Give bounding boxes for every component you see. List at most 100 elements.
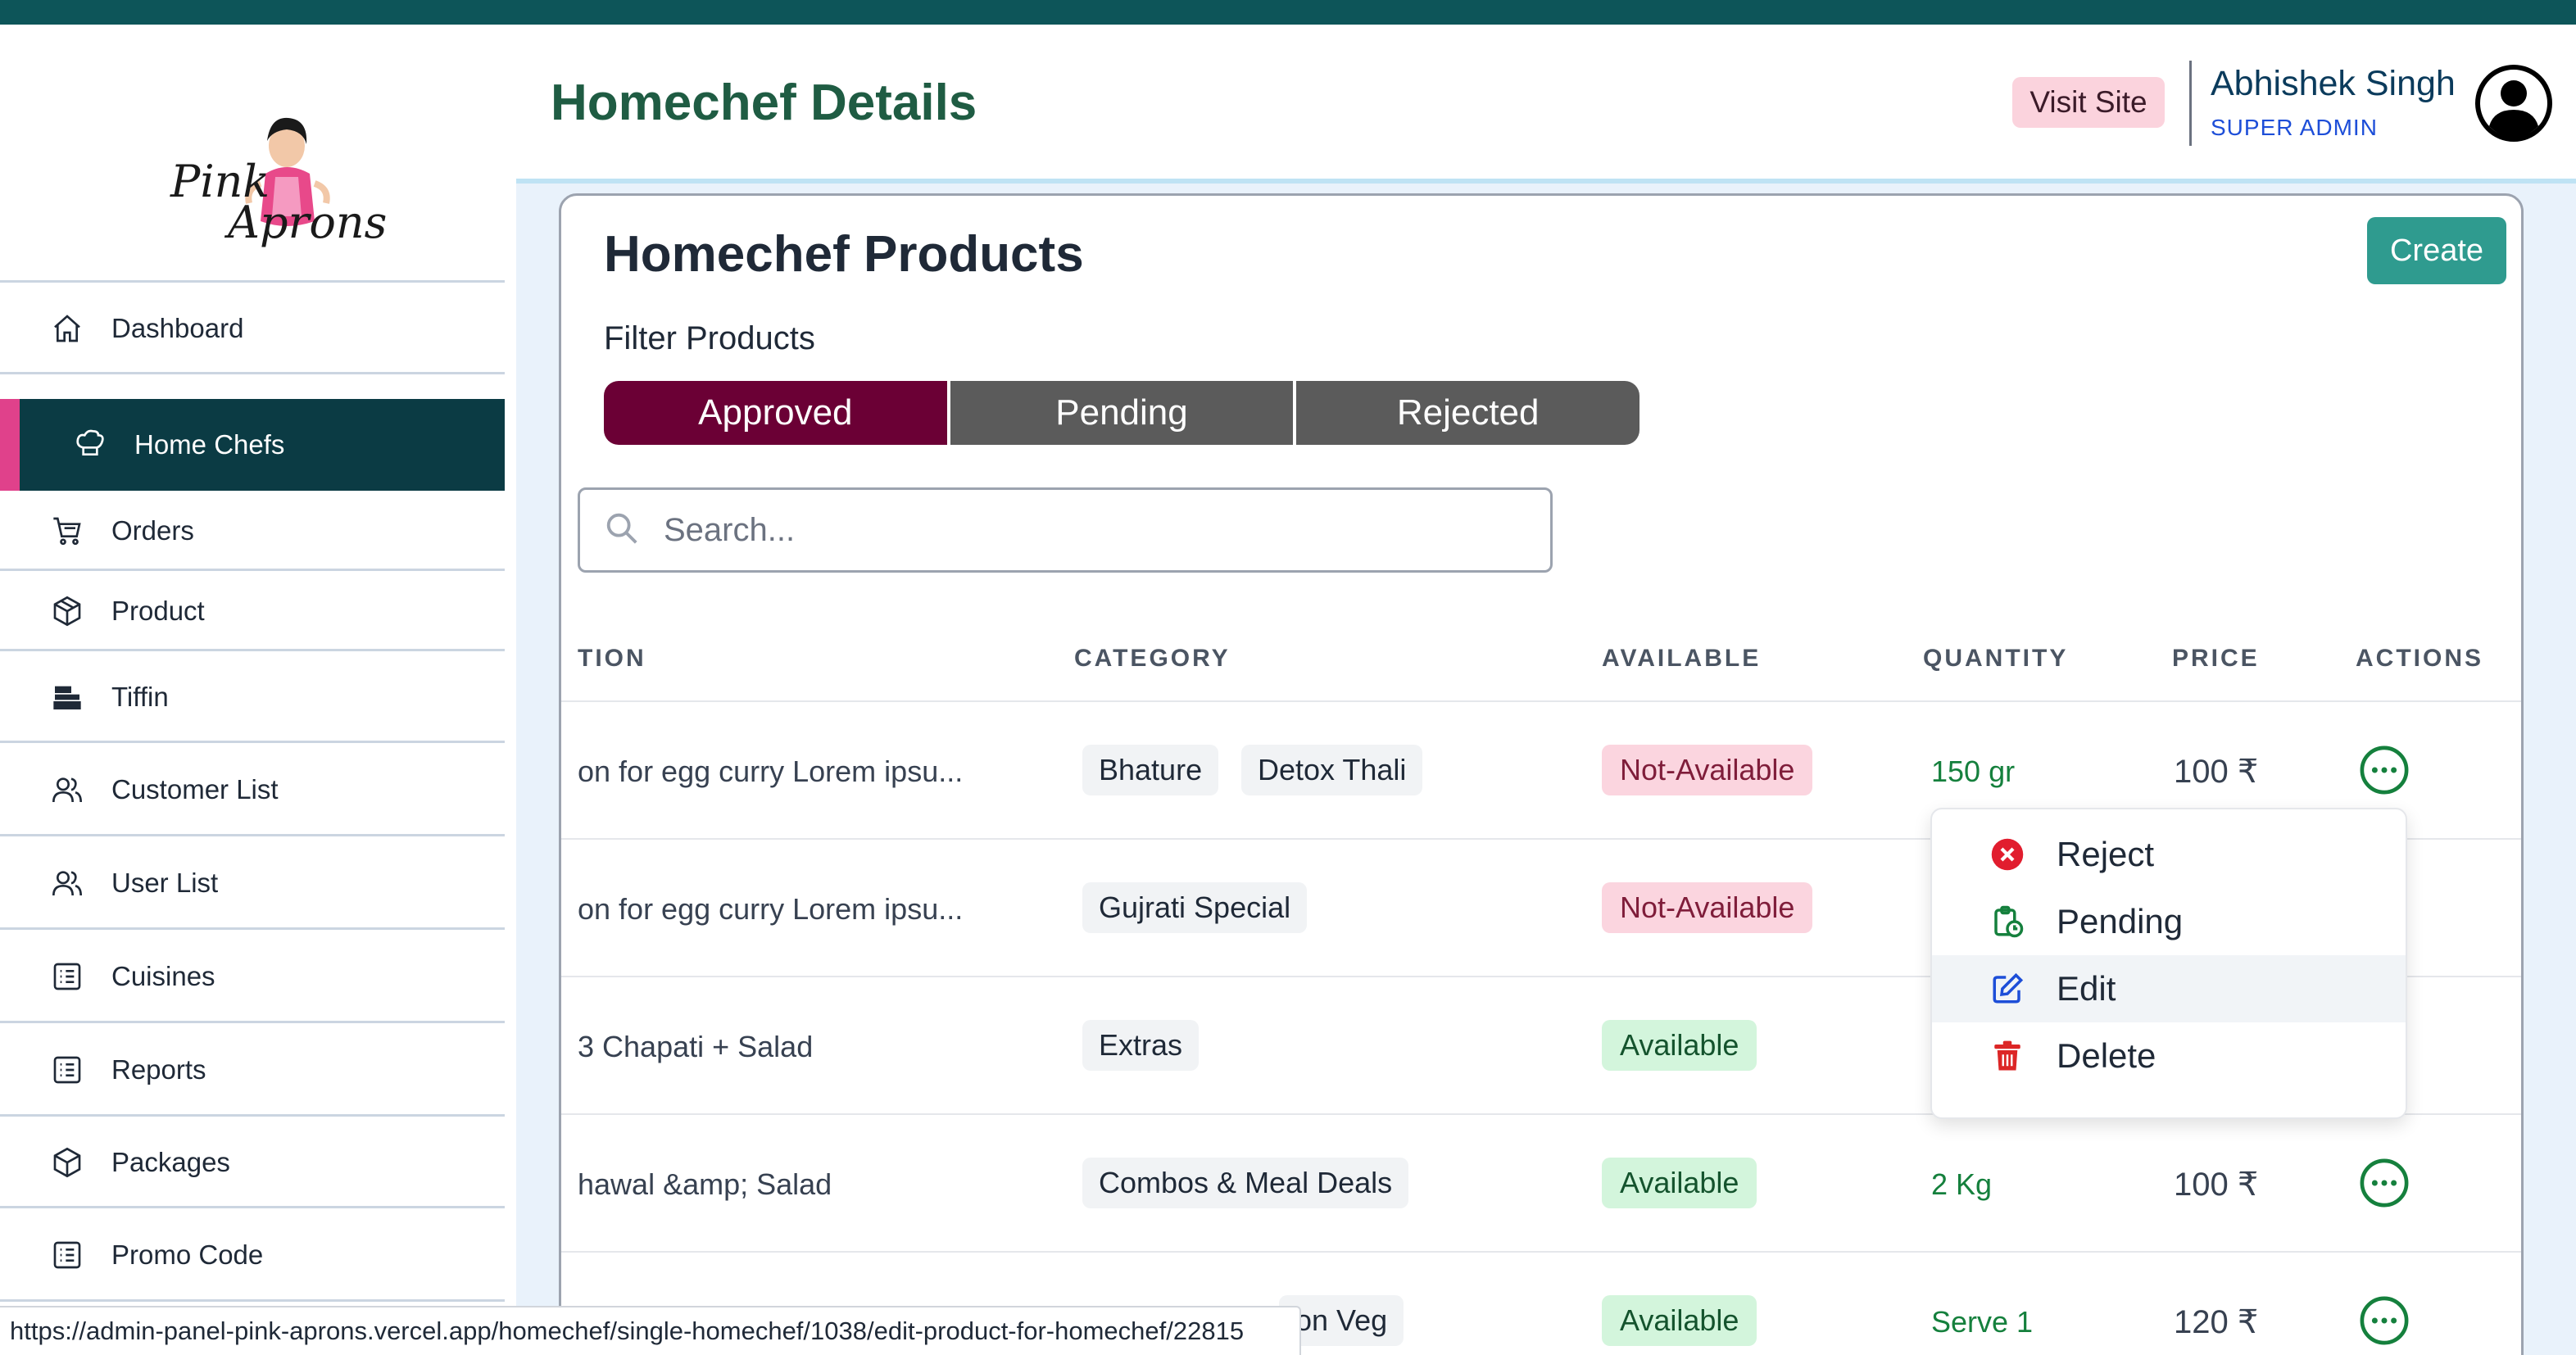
search-input[interactable] <box>664 511 1483 549</box>
home-icon <box>49 310 85 347</box>
browser-status-url: https://admin-panel-pink-aprons.vercel.a… <box>0 1306 1301 1355</box>
menu-item-edit[interactable]: Edit <box>1932 955 2406 1022</box>
row-1-actions-button[interactable] <box>2359 745 2410 795</box>
sidebar-item-promo-code[interactable]: Promo Code <box>0 1208 505 1302</box>
filter-pending[interactable]: Pending <box>950 381 1297 445</box>
col-header-actions: ACTIONS <box>2356 645 2483 672</box>
menu-item-reject[interactable]: Reject <box>1932 821 2406 888</box>
row-5-actions-button[interactable] <box>2359 1295 2410 1346</box>
sidebar-item-label: Reports <box>111 1054 206 1085</box>
search-icon <box>603 510 644 551</box>
top-header: Homechef Details Visit Site Abhishek Sin… <box>516 25 2576 180</box>
sidebar-item-cuisines[interactable]: Cuisines <box>0 930 505 1023</box>
menu-item-label: Reject <box>2057 835 2155 873</box>
more-horizontal-icon <box>2360 1296 2409 1345</box>
menu-item-label: Edit <box>2057 969 2116 1008</box>
sidebar-item-dashboard[interactable]: Dashboard <box>0 283 505 374</box>
avatar[interactable] <box>2474 64 2553 143</box>
sidebar-item-label: Customer List <box>111 774 279 804</box>
row-5-availability-badge: Available <box>1602 1295 1757 1346</box>
menu-item-label: Delete <box>2057 1036 2156 1075</box>
browser-top-strip <box>0 0 2576 25</box>
row-4-availability-badge: Available <box>1602 1158 1757 1208</box>
more-horizontal-icon <box>2360 1158 2409 1208</box>
sidebar-gutter <box>505 25 516 1355</box>
x-circle-icon <box>1989 836 2025 872</box>
search-box <box>578 487 1553 573</box>
sidebar-item-home-chefs[interactable]: Home Chefs <box>0 399 505 491</box>
row-4-description: hawal &amp; Salad <box>578 1167 832 1201</box>
row-2-availability-badge: Not-Available <box>1602 882 1813 933</box>
user-role: SUPER ADMIN <box>2211 115 2378 140</box>
row-4-quantity: 2 Kg <box>1931 1167 1993 1201</box>
page-title: Homechef Details <box>551 75 977 131</box>
sidebar-item-customer-list[interactable]: Customer List <box>0 743 505 836</box>
sidebar-item-product[interactable]: Product <box>0 571 505 651</box>
package-icon <box>49 1144 85 1181</box>
list-icon <box>49 1052 85 1088</box>
create-button[interactable]: Create <box>2367 217 2506 284</box>
sidebar-item-label: Packages <box>111 1147 230 1177</box>
row-4-category-chip: Combos & Meal Deals <box>1082 1158 1409 1208</box>
col-header-description: TION <box>578 645 646 672</box>
filter-rejected[interactable]: Rejected <box>1296 381 1639 445</box>
menu-item-delete[interactable]: Delete <box>1932 1022 2406 1090</box>
sidebar-item-orders[interactable]: Orders <box>0 491 505 571</box>
row-5-price: 120 ₹ <box>2174 1304 2259 1340</box>
col-header-available: AVAILABLE <box>1602 645 1762 672</box>
filter-label: Filter Products <box>604 320 815 356</box>
menu-item-pending[interactable]: Pending <box>1932 888 2406 955</box>
user-avatar-icon <box>2475 65 2552 142</box>
logo-text-aprons: Aprons <box>228 197 388 248</box>
clipboard-clock-icon <box>1989 904 2025 940</box>
sidebar-item-reports[interactable]: Reports <box>0 1023 505 1117</box>
col-header-category: CATEGORY <box>1074 645 1231 672</box>
row-2-category-chip: Gujrati Special <box>1082 882 1308 933</box>
users-icon <box>49 865 85 901</box>
sidebar-item-label: Orders <box>111 515 194 546</box>
card-title: Homechef Products <box>604 226 1084 283</box>
filter-tabs: Approved Pending Rejected <box>604 381 1639 445</box>
chef-hat-icon <box>72 427 108 463</box>
row-2-description: on for egg curry Lorem ipsu... <box>578 892 964 926</box>
filter-approved[interactable]: Approved <box>604 381 950 445</box>
row-1-quantity: 150 gr <box>1931 755 2016 788</box>
row-5-quantity: Serve 1 <box>1931 1305 2034 1339</box>
list-icon <box>49 958 85 995</box>
brand-logo[interactable]: Pink Aprons <box>164 98 387 262</box>
row-divider <box>561 1251 2521 1253</box>
row-4-price: 100 ₹ <box>2174 1167 2259 1203</box>
tiffin-icon <box>49 679 85 715</box>
row-3-category-chip: Extras <box>1082 1020 1200 1071</box>
sidebar-item-label: Home Chefs <box>134 429 285 460</box>
row-1-description: on for egg curry Lorem ipsu... <box>578 755 964 788</box>
row-1-availability-badge: Not-Available <box>1602 745 1813 795</box>
sidebar-item-packages[interactable]: Packages <box>0 1117 505 1208</box>
list-icon <box>49 1237 85 1273</box>
row-1-category-chip: Detox Thali <box>1241 745 1423 795</box>
row-1-price: 100 ₹ <box>2174 754 2259 790</box>
sidebar-item-tiffin[interactable]: Tiffin <box>0 651 505 743</box>
sidebar-item-user-list[interactable]: User List <box>0 836 505 930</box>
row-1-category-chip: Bhature <box>1082 745 1219 795</box>
users-icon <box>49 772 85 808</box>
sidebar: Pink Aprons Dashboard Home Chefs Orders <box>0 25 505 1355</box>
sidebar-item-label: Product <box>111 596 205 626</box>
row-3-availability-badge: Available <box>1602 1020 1757 1071</box>
row-3-description: 3 Chapati + Salad <box>578 1030 814 1063</box>
sidebar-item-label: Cuisines <box>111 961 215 991</box>
nav-separator <box>0 372 505 374</box>
products-card: Homechef Products Create Filter Products… <box>559 193 2524 1355</box>
sidebar-item-label: User List <box>111 868 219 898</box>
row-4-actions-button[interactable] <box>2359 1158 2410 1208</box>
header-divider <box>2189 61 2192 146</box>
row-actions-menu: Reject Pending Edit Delete <box>1930 808 2407 1119</box>
sidebar-item-label: Tiffin <box>111 682 169 712</box>
more-horizontal-icon <box>2360 745 2409 795</box>
cart-icon <box>49 513 85 549</box>
edit-icon <box>1989 971 2025 1007</box>
user-name: Abhishek Singh <box>2211 64 2456 103</box>
menu-item-label: Pending <box>2057 902 2184 940</box>
nav-separator <box>0 1299 505 1302</box>
visit-site-button[interactable]: Visit Site <box>2012 77 2165 128</box>
